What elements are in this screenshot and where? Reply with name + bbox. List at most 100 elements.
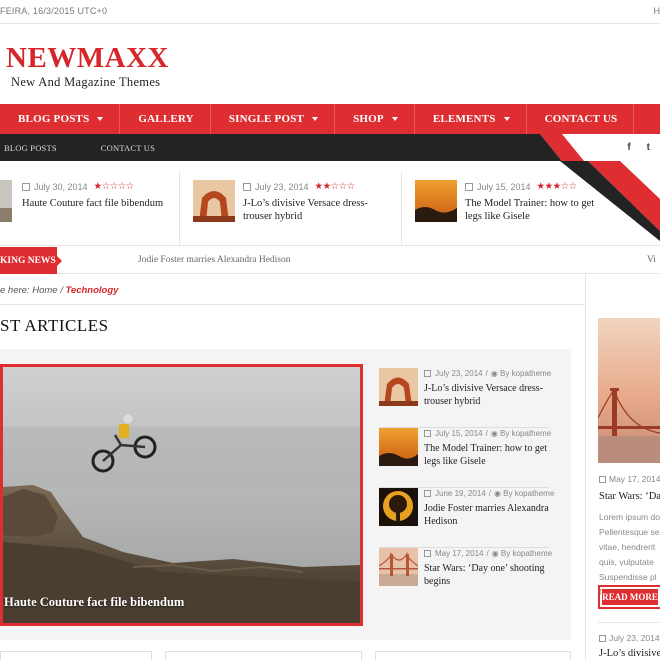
- sidebar-article-title[interactable]: J-Lo’s divisive: [599, 648, 660, 659]
- user-icon: ◉: [490, 429, 501, 438]
- nav-item-label: GALLERY: [138, 113, 194, 125]
- article-card[interactable]: [165, 651, 362, 660]
- user-icon: ◉: [491, 549, 501, 558]
- facebook-icon[interactable]: f: [627, 142, 630, 153]
- article-thumbnail[interactable]: [379, 368, 418, 406]
- divider: [401, 172, 402, 244]
- list-item[interactable]: July 23, 2014/◉ By kopatheme J-Lo’s divi…: [379, 368, 551, 428]
- list-item[interactable]: May 17, 2014/◉ By kopatheme Star Wars: ‘…: [379, 548, 552, 608]
- ticker-thumbnail[interactable]: [0, 180, 12, 222]
- read-more-button[interactable]: READ MORE: [598, 585, 660, 609]
- article-author[interactable]: By kopatheme: [501, 549, 552, 558]
- list-item[interactable]: June 19, 2014/◉ By kopatheme Jodie Foste…: [379, 488, 554, 548]
- article-date: July 15, 2014: [435, 429, 483, 438]
- top-bar: FEIRA, 16/3/2015 UTC+0 H: [0, 0, 660, 24]
- chevron-down-icon: [503, 117, 510, 121]
- ticker-thumbnail[interactable]: [415, 180, 457, 222]
- calendar-icon: [243, 182, 251, 191]
- ticker-thumbnail[interactable]: [193, 180, 235, 222]
- sidebar-article-image[interactable]: [598, 318, 660, 463]
- featured-caption[interactable]: Haute Couture fact file bibendum: [4, 595, 184, 610]
- site-logo[interactable]: NEWMAXX New And Magazine Themes: [6, 44, 169, 90]
- breadcrumb-prefix: e here:: [0, 285, 33, 296]
- ticker-date: July 23, 2014: [255, 181, 309, 192]
- breadcrumb-current: Technology: [65, 285, 119, 296]
- article-author[interactable]: By kopatheme: [500, 429, 551, 438]
- calendar-icon: [22, 182, 30, 191]
- nav-item-label: SINGLE POST: [228, 113, 305, 125]
- logo-name: NEWMAXX: [6, 42, 169, 74]
- secondary-navigation: BLOG POSTS CONTACT US: [0, 134, 660, 161]
- article-title[interactable]: Star Wars: ‘Day one’ shooting begins: [424, 562, 549, 588]
- sidebar-article-date: July 23, 2014: [609, 633, 660, 643]
- breaking-news-item[interactable]: Jodie Foster marries Alexandra Hedison: [138, 255, 291, 265]
- featured-list: July 23, 2014/◉ By kopatheme J-Lo’s divi…: [379, 368, 554, 608]
- article-card[interactable]: [0, 651, 152, 660]
- ticker-title[interactable]: Haute Couture fact file bibendum: [22, 197, 167, 210]
- calendar-icon: [424, 430, 431, 437]
- twitter-icon[interactable]: t: [647, 142, 650, 153]
- nav-item-label: SHOP: [353, 113, 384, 125]
- nav-item-blog-posts[interactable]: BLOG POSTS: [0, 104, 121, 134]
- chevron-down-icon: [312, 117, 319, 121]
- breadcrumb: e here: Home / Technology: [0, 285, 118, 296]
- read-more-label: READ MORE: [602, 589, 658, 605]
- sidebar-article-title[interactable]: Star Wars: ‘Da: [599, 491, 660, 502]
- article-thumbnail[interactable]: [379, 548, 418, 586]
- nav-item-shop[interactable]: SHOP: [335, 104, 415, 134]
- chevron-down-icon: [391, 117, 398, 121]
- featured-article[interactable]: Haute Couture fact file bibendum: [0, 364, 363, 626]
- chevron-down-icon: [97, 117, 104, 121]
- top-posts-ticker: July 30, 2014 ★☆☆☆☆ Haute Couture fact f…: [0, 161, 660, 246]
- logo-tagline: New And Magazine Themes: [11, 75, 161, 89]
- calendar-icon: [599, 635, 606, 642]
- ticker-date: July 15, 2014: [477, 181, 531, 192]
- top-bar-right-text: H: [653, 6, 660, 16]
- calendar-icon: [424, 490, 431, 497]
- section-title: ST ARTICLES: [0, 316, 109, 335]
- article-thumbnail[interactable]: [379, 428, 418, 466]
- article-card[interactable]: [375, 651, 571, 660]
- divider: [585, 275, 586, 660]
- article-author[interactable]: By kopatheme: [500, 369, 551, 378]
- calendar-icon: [599, 476, 606, 483]
- ticker-title[interactable]: J-Lo’s divisive Versace dress-trouser hy…: [243, 197, 388, 223]
- article-author[interactable]: By kopatheme: [503, 489, 554, 498]
- article-date: June 19, 2014: [435, 489, 486, 498]
- article-title[interactable]: Jodie Foster marries Alexandra Hedison: [424, 502, 549, 528]
- calendar-icon: [424, 370, 431, 377]
- nav-item-label: ELEMENTS: [432, 113, 496, 125]
- main-navigation: BLOG POSTS GALLERY SINGLE POST SHOP ELEMENTS…: [0, 104, 660, 134]
- breadcrumb-home-link[interactable]: Home: [32, 285, 57, 296]
- ticker-date: July 30, 2014: [34, 181, 88, 192]
- calendar-icon: [465, 182, 473, 191]
- user-icon: ◉: [493, 489, 504, 498]
- nav-item-contact-us[interactable]: CONTACT US: [527, 104, 635, 134]
- breaking-news-bar: KING NEWS Jodie Foster marries Alexandra…: [0, 247, 660, 274]
- article-date: July 23, 2014: [435, 369, 483, 378]
- nav-item-single-post[interactable]: SINGLE POST: [211, 104, 336, 134]
- article-date: May 17, 2014: [435, 549, 484, 558]
- rating-stars: ★★★☆☆: [536, 181, 578, 192]
- nav-item-label: CONTACT US: [544, 113, 618, 125]
- featured-image[interactable]: [3, 367, 360, 623]
- subnav-item-contact-us[interactable]: CONTACT US: [101, 143, 155, 153]
- sidebar-article-date: May 17, 2014: [609, 474, 660, 484]
- article-title[interactable]: J-Lo’s divisive Versace dress-trouser hy…: [424, 382, 549, 408]
- divider: [598, 622, 660, 623]
- calendar-icon: [424, 550, 431, 557]
- nav-item-label: BLOG POSTS: [18, 113, 90, 125]
- ticker-title[interactable]: The Model Trainer: how to get legs like …: [465, 197, 610, 223]
- list-item[interactable]: July 15, 2014/◉ By kopatheme The Model T…: [379, 428, 551, 488]
- divider: [0, 304, 585, 305]
- more-articles-row: [0, 651, 571, 660]
- rating-stars: ★★☆☆☆: [314, 181, 356, 192]
- rating-stars: ★☆☆☆☆: [93, 181, 135, 192]
- nav-item-gallery[interactable]: GALLERY: [120, 104, 211, 134]
- breaking-news-item[interactable]: Vi: [647, 255, 656, 265]
- subnav-item-blog-posts[interactable]: BLOG POSTS: [4, 143, 57, 153]
- article-title[interactable]: The Model Trainer: how to get legs like …: [424, 442, 549, 468]
- article-thumbnail[interactable]: [379, 488, 418, 526]
- breaking-news-label: KING NEWS: [0, 247, 62, 274]
- nav-item-elements[interactable]: ELEMENTS: [415, 104, 527, 134]
